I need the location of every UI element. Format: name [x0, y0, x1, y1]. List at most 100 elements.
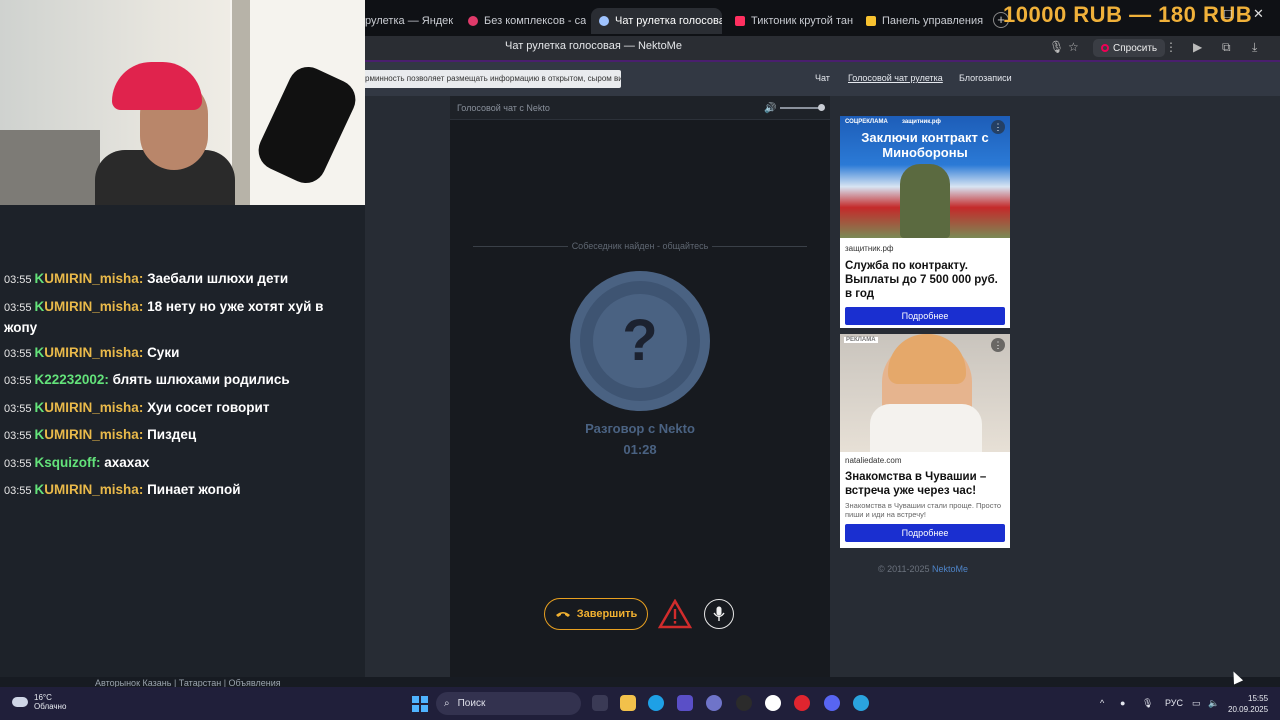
store-icon[interactable]	[677, 695, 693, 711]
yandex-browser-icon[interactable]	[765, 695, 781, 711]
nav-voice-chat[interactable]: Голосовой чат рулетка	[848, 73, 943, 83]
volume-icon[interactable]: 🔊	[764, 103, 776, 114]
kick-badge-icon: K	[34, 344, 45, 360]
chat-message: 03:55 KUMIRIN_misha: 18 нету но уже хотят…	[4, 298, 324, 335]
ad-details-button[interactable]: Подробнее	[845, 524, 1005, 542]
tab-tiktonik[interactable]: Тиктоник крутой танец	[727, 8, 853, 34]
chat-message: 03:55 KUMIRIN_misha: Хуи сосет говорит	[4, 399, 270, 415]
copyright: © 2011-2025 NektoMe	[878, 564, 969, 574]
site-notice: рминность позволяет размещать информацию…	[365, 70, 621, 88]
ad-title: Знакомства в Чувашии – встреча уже через…	[845, 471, 987, 497]
tray-app-icon[interactable]: ●	[1120, 698, 1125, 708]
tab-bez-kompleksov[interactable]: Без комплексов - сайт зн	[460, 8, 586, 34]
microphone-icon	[713, 606, 725, 621]
tab-nekto-active[interactable]: Чат рулетка голосовая ✕	[591, 8, 722, 34]
page-title: Чат рулетка голосовая — NektoMe	[505, 40, 682, 52]
tab-yandex[interactable]: рулетка — Яндекс: на	[357, 8, 453, 34]
kick-badge-icon: K	[34, 482, 45, 497]
volume-icon[interactable]: 🔈	[1208, 698, 1219, 709]
network-icon[interactable]: ▭	[1192, 698, 1201, 709]
kick-badge-icon: K	[34, 427, 45, 442]
partner-found-status: Собеседник найден - общайтесь	[473, 241, 807, 251]
collections-icon[interactable]: ⧉	[1222, 40, 1231, 55]
alice-icon	[1101, 44, 1109, 52]
nav-blog[interactable]: Блогозаписи	[959, 73, 1012, 83]
start-button[interactable]	[412, 696, 428, 712]
ad-text: Знакомства в Чувашии стали проще. Просто…	[845, 501, 1001, 519]
soldier-figure	[900, 164, 950, 238]
obs-icon[interactable]	[736, 695, 752, 711]
chat-message: 03:55 KUMIRIN_misha: Пинает жопой	[4, 482, 241, 497]
volume-slider-knob[interactable]	[818, 104, 825, 111]
tab-donation-panel[interactable]: Панель управления - Don	[858, 8, 986, 34]
chat-message: 03:55 KUMIRIN_misha: Пиздец	[4, 427, 197, 442]
nekto-site: рминность позволяет размещать информацию…	[365, 60, 1280, 683]
ad-image-soldier: СОЦРЕКЛАМА защитник.рф Заключи контракт …	[840, 116, 1010, 238]
maximize-icon[interactable]: □	[1224, 6, 1232, 21]
tray-chevron-icon[interactable]: ^	[1100, 698, 1104, 708]
file-explorer-icon[interactable]	[620, 695, 636, 711]
conversation-label: Разговор с Nekto	[585, 421, 695, 436]
close-window-icon[interactable]: ✕	[1253, 6, 1264, 22]
report-warning-icon[interactable]	[658, 599, 692, 629]
opera-icon[interactable]	[794, 695, 810, 711]
video-icon[interactable]: ▶	[1193, 40, 1202, 54]
taskbar-clock[interactable]: 15:55 20.09.2025	[1228, 693, 1268, 715]
edge-icon[interactable]	[648, 695, 664, 711]
chat-message: 03:55 KUMIRIN_misha: Суки	[4, 344, 180, 360]
chat-message: 03:55 K22232002: блять шлюхами родились	[4, 372, 290, 387]
volume-slider[interactable]	[780, 107, 822, 109]
language-indicator[interactable]: РУС	[1165, 698, 1183, 708]
question-mark-icon: ?	[593, 294, 687, 388]
voice-chat-panel: Голосовой чат с Nekto 🔊 Собеседник найде…	[450, 96, 830, 683]
donation-favicon-icon	[866, 16, 876, 26]
windows-taskbar: 16°C Облачно ⌕ Поиск ^ ● 🎙 РУС ▭ 🔈 15:55 …	[0, 687, 1280, 720]
ad-domain: nataliedate.com	[845, 456, 902, 465]
phone-hangup-icon	[555, 612, 570, 617]
ad-details-button[interactable]: Подробнее	[845, 307, 1005, 325]
nekto-favicon-icon	[599, 16, 609, 26]
ad-domain: защитник.рф	[845, 244, 894, 253]
call-timer: 01:28	[623, 442, 657, 457]
kick-badge-icon: K	[34, 372, 45, 387]
chat-message: 03:55 KUMIRIN_misha: Заебали шлюхи дети	[4, 271, 289, 286]
cloud-icon	[12, 697, 28, 707]
bookmark-icon[interactable]: ☆	[1068, 40, 1079, 54]
telegram-icon[interactable]	[853, 695, 869, 711]
end-call-button[interactable]: Завершить	[544, 598, 648, 630]
ad-title: Служба по контракту. Выплаты до 7 500 00…	[845, 260, 998, 300]
task-view-icon[interactable]	[592, 695, 608, 711]
site-navigation: рминность позволяет размещать информацию…	[365, 62, 1280, 96]
site-favicon-icon	[468, 16, 478, 26]
discord-icon[interactable]	[824, 695, 840, 711]
stream-chat-log: 03:55 KUMIRIN_misha: Заебали шлюхи дети 0…	[4, 266, 334, 505]
weather-widget[interactable]: 16°C Облачно	[12, 693, 66, 711]
microphone-icon[interactable]: 🎙	[1049, 40, 1064, 54]
ad-banner-dating[interactable]: РЕКЛАМА ⋮ nataliedate.com Знакомства в Ч…	[840, 334, 1010, 548]
chat-message: 03:55 Ksquizoff: ахахах	[4, 454, 150, 470]
partner-avatar: ?	[570, 271, 710, 411]
kick-badge-icon: K	[34, 271, 45, 286]
ad-banner-contract[interactable]: СОЦРЕКЛАМА защитник.рф Заключи контракт …	[840, 116, 1010, 328]
microphone-toggle-button[interactable]	[704, 599, 734, 629]
ask-button[interactable]: Спросить	[1093, 39, 1166, 57]
ad-image-woman	[840, 334, 1010, 452]
stream-donation-overlay: 10000 RUB — 180 RUB	[1003, 2, 1253, 27]
taskbar-search[interactable]: ⌕ Поиск	[436, 692, 581, 715]
nav-chat[interactable]: Чат	[815, 73, 830, 83]
webcam-feed	[0, 0, 365, 205]
voice-chat-header: Голосовой чат с Nekto 🔊	[450, 96, 830, 120]
ad-menu-icon[interactable]: ⋮	[991, 120, 1005, 134]
kick-badge-icon: K	[34, 399, 45, 415]
address-bar: Чат рулетка голосовая — NektoMe 🎙 ☆ Спро…	[365, 36, 1280, 60]
brand-link[interactable]: NektoMe	[932, 564, 968, 574]
app-icon[interactable]	[706, 695, 722, 711]
menu-dots-icon[interactable]: ⋮	[1165, 40, 1177, 54]
ad-menu-icon[interactable]: ⋮	[991, 338, 1005, 352]
kick-badge-icon: K	[34, 454, 45, 470]
tray-mic-icon[interactable]: 🎙	[1142, 698, 1153, 709]
download-icon[interactable]: ⤓	[1252, 40, 1257, 55]
tiktonik-favicon-icon	[735, 16, 745, 26]
kick-badge-icon: K	[34, 298, 45, 314]
search-icon: ⌕	[444, 698, 450, 709]
